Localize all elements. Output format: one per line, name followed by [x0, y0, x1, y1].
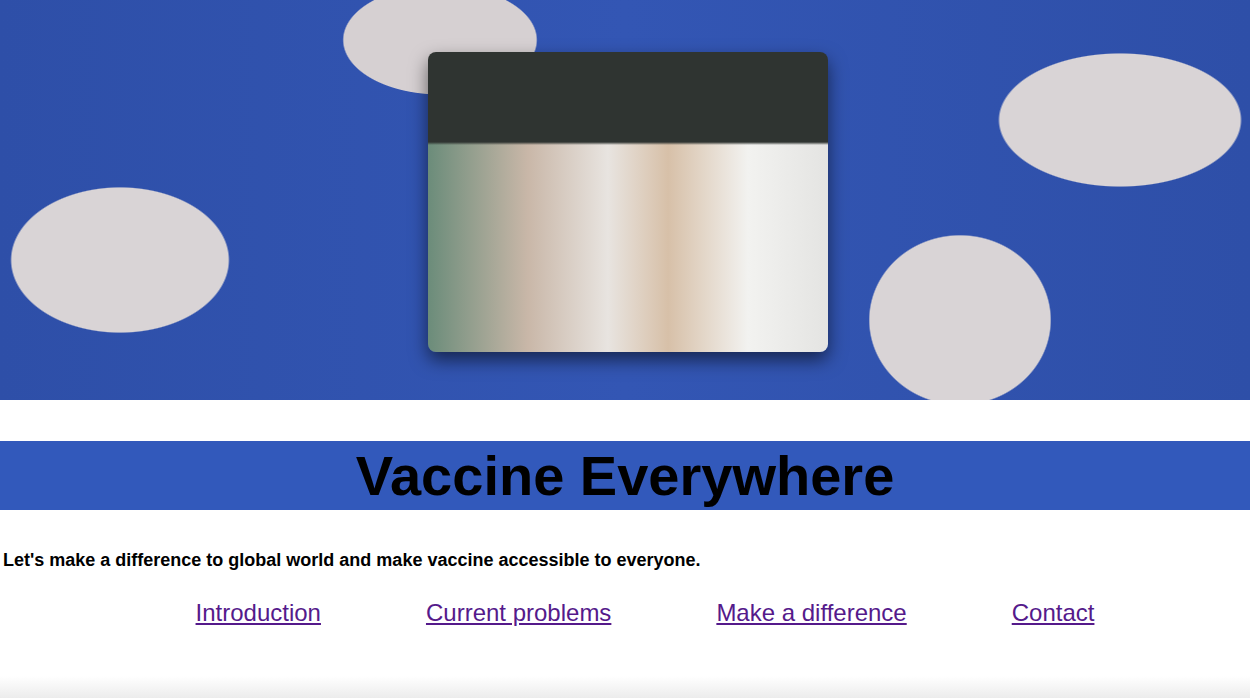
nav-link[interactable]: Contact: [1012, 599, 1095, 627]
site-title: Vaccine Everywhere: [0, 441, 1250, 510]
nav-bar: Introduction Current problems Make a diffe…: [40, 599, 1250, 627]
page: Vaccine Everywhere Let's make a differenc…: [0, 0, 1250, 698]
footer-fade: [0, 676, 1250, 698]
nav-link[interactable]: Make a difference: [716, 599, 906, 627]
nav-link[interactable]: Introduction: [196, 599, 321, 627]
tagline: Let's make a difference to global world …: [3, 550, 1250, 571]
nav-link[interactable]: Current problems: [426, 599, 611, 627]
hero-banner: [0, 0, 1250, 400]
featured-photo: [428, 52, 828, 352]
